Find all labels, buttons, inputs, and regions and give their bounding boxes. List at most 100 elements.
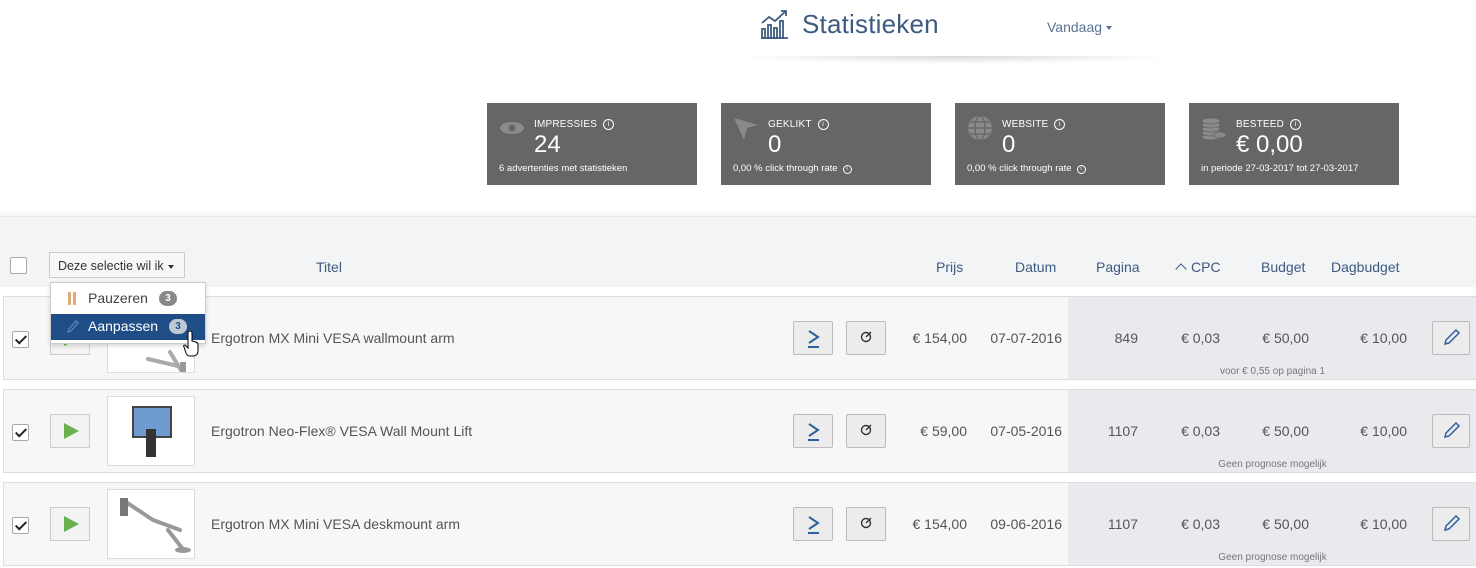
table-header	[0, 216, 1476, 287]
preview-button[interactable]	[846, 507, 886, 541]
stat-value: 24	[534, 131, 561, 158]
stat-value: 0	[768, 131, 782, 158]
menu-item-label: Aanpassen	[88, 318, 159, 334]
column-budget[interactable]: Budget	[1261, 259, 1305, 275]
budget-cell: € 50,00	[1262, 330, 1309, 346]
daybudget-cell: € 10,00	[1360, 423, 1407, 439]
row-checkbox[interactable]	[12, 331, 29, 348]
chevron-right-icon	[808, 423, 820, 441]
column-title[interactable]: Titel	[316, 259, 342, 275]
column-cpc-label: CPC	[1191, 259, 1221, 275]
tag-icon	[860, 517, 872, 529]
daybudget-cell: € 10,00	[1360, 330, 1407, 346]
bulk-action-button[interactable]: Deze selectie wil ik	[49, 252, 185, 278]
bulk-action-label: Deze selectie wil ik	[58, 259, 164, 273]
daybudget-cell: € 10,00	[1360, 516, 1407, 532]
column-daybudget[interactable]: Dagbudget	[1331, 259, 1400, 275]
caret-down-icon	[1106, 26, 1113, 31]
info-icon[interactable]: i	[1054, 119, 1066, 130]
hand-cursor-icon	[183, 331, 199, 357]
forecast-text: voor € 0,55 op pagina 1	[1219, 366, 1326, 377]
pencil-icon	[67, 320, 79, 333]
stat-sub-percent: 0,00 %	[967, 163, 997, 174]
price-cell: € 59,00	[920, 423, 967, 439]
column-price[interactable]: Prijs	[936, 259, 963, 275]
date-cell: 07-05-2016	[990, 423, 1062, 439]
stat-card-impressions: IMPRESSIES i 24 6 advertenties met statis…	[487, 103, 697, 185]
menu-item-label: Pauzeren	[88, 290, 148, 306]
page-cell: 1107	[1107, 423, 1138, 439]
stat-label: IMPRESSIES	[534, 119, 598, 130]
edit-button[interactable]	[1432, 321, 1470, 355]
count-badge: 3	[159, 291, 177, 306]
info-icon[interactable]: i	[1076, 165, 1086, 174]
menu-item-pause[interactable]: Pauzeren 3	[51, 286, 205, 312]
caret-down-icon	[167, 264, 174, 269]
chart-icon	[761, 10, 788, 39]
chevron-right-icon	[808, 516, 820, 534]
stat-value: € 0,00	[1236, 131, 1303, 158]
row-checkbox[interactable]	[12, 517, 29, 534]
forecast-text: Geen prognose mogelijk	[1218, 552, 1327, 563]
stat-card-spent: BESTEED i € 0,00 in periode 27-03-2017 to…	[1189, 103, 1399, 185]
product-thumbnail	[107, 489, 195, 559]
select-all-checkbox[interactable]	[10, 257, 27, 274]
play-button[interactable]	[50, 507, 90, 541]
product-thumbnail	[107, 396, 195, 466]
stat-sub: click through rate	[765, 163, 838, 174]
stat-value: 0	[1002, 131, 1016, 158]
row-checkbox[interactable]	[12, 424, 29, 441]
page-cell: 849	[1114, 330, 1138, 346]
cpc-cell: € 0,03	[1181, 516, 1220, 532]
pencil-icon	[1443, 421, 1461, 439]
date-cell: 09-06-2016	[990, 516, 1062, 532]
stat-sub: in periode 27-03-2017 tot 27-03-2017	[1201, 163, 1359, 174]
stat-sub: 6 advertenties met statistieken	[499, 163, 628, 174]
product-title[interactable]: Ergotron MX Mini VESA deskmount arm	[211, 516, 460, 532]
product-title[interactable]: Ergotron Neo-Flex® VESA Wall Mount Lift	[211, 423, 472, 439]
product-image	[120, 498, 191, 553]
preview-button[interactable]	[846, 414, 886, 448]
info-icon[interactable]: i	[603, 119, 615, 130]
pencil-icon	[1443, 514, 1461, 532]
price-cell: € 154,00	[912, 330, 968, 346]
stat-sub: click through rate	[999, 163, 1072, 174]
stats-header: Statistieken	[758, 6, 939, 42]
product-title[interactable]: Ergotron MX Mini VESA wallmount arm	[211, 330, 455, 346]
go-to-link-button[interactable]	[793, 414, 833, 448]
stat-sub-percent: 0,00 %	[733, 163, 763, 174]
column-page[interactable]: Pagina	[1096, 259, 1140, 275]
table-row: Ergotron MX Mini VESA wallmount arm € 15…	[3, 296, 1476, 380]
info-icon[interactable]: i	[842, 165, 852, 174]
edit-button[interactable]	[1432, 414, 1470, 448]
stat-label: WEBSITE	[1002, 119, 1049, 130]
stat-card-clicked: GEKLIKT i 0 0,00 % click through rate i	[721, 103, 931, 185]
page-cell: 1107	[1107, 516, 1138, 532]
pencil-icon	[1443, 328, 1461, 346]
page-title: Statistieken	[802, 8, 939, 39]
stat-label: BESTEED	[1236, 119, 1285, 130]
period-dropdown[interactable]: Vandaag	[1047, 19, 1113, 35]
cpc-cell: € 0,03	[1181, 330, 1220, 346]
budget-cell: € 50,00	[1262, 516, 1309, 532]
edit-button[interactable]	[1432, 507, 1470, 541]
header-divider	[735, 56, 1175, 64]
sort-up-icon	[1175, 263, 1187, 275]
play-button[interactable]	[50, 414, 90, 448]
preview-button[interactable]	[846, 321, 886, 355]
info-icon[interactable]: i	[817, 119, 829, 130]
date-cell: 07-07-2016	[990, 330, 1062, 346]
info-icon[interactable]: i	[1290, 119, 1302, 130]
stat-card-website: WEBSITE i 0 0,00 % click through rate i	[955, 103, 1165, 185]
tag-icon	[860, 331, 872, 343]
menu-item-edit[interactable]: Aanpassen 3	[51, 314, 205, 340]
column-date[interactable]: Datum	[1015, 259, 1056, 275]
go-to-link-button[interactable]	[793, 321, 833, 355]
budget-cell: € 50,00	[1262, 423, 1309, 439]
price-cell: € 154,00	[912, 516, 968, 532]
cursor-arrow-icon	[734, 118, 758, 140]
pause-icon	[68, 292, 77, 305]
column-cpc[interactable]: CPC	[1175, 259, 1221, 275]
go-to-link-button[interactable]	[793, 507, 833, 541]
stat-label: GEKLIKT	[768, 119, 812, 130]
